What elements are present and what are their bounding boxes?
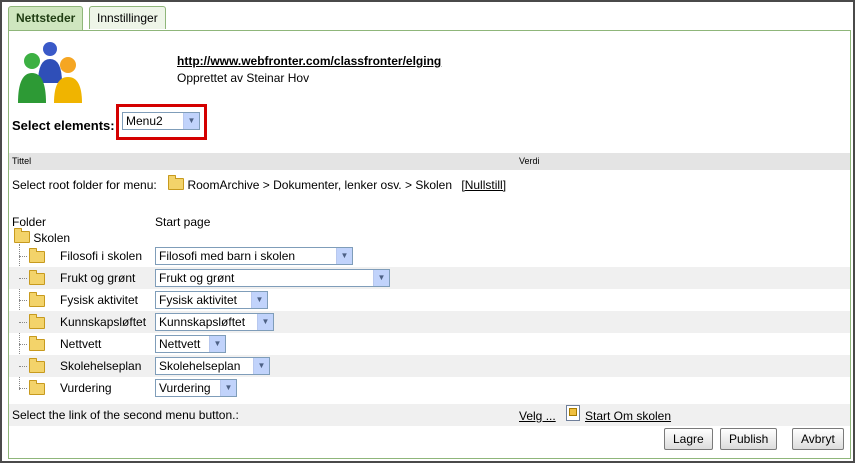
root-folder-label: Select root folder for menu: bbox=[12, 178, 157, 192]
folder-name[interactable]: Kunnskapsløftet bbox=[60, 315, 146, 329]
start-page-select[interactable]: Kunnskapsløftet ▼ bbox=[155, 313, 274, 331]
start-page-link[interactable]: Start Om skolen bbox=[585, 409, 671, 423]
site-url-link[interactable]: http://www.webfronter.com/classfronter/e… bbox=[177, 54, 441, 68]
folder-name[interactable]: Filosofi i skolen bbox=[60, 249, 142, 263]
table-header: Tittel Verdi bbox=[9, 153, 850, 170]
start-page-value: Skolehelseplan bbox=[159, 359, 241, 373]
start-page-value: Filosofi med barn i skolen bbox=[159, 249, 296, 263]
tree-root-label: Skolen bbox=[33, 231, 71, 245]
second-menu-label: Select the link of the second menu butto… bbox=[12, 408, 239, 422]
tree-row: Kunnskapsløftet Kunnskapsløftet ▼ bbox=[9, 311, 850, 333]
page-link-icon bbox=[566, 405, 580, 421]
chevron-down-icon: ▼ bbox=[220, 380, 236, 396]
reset-link[interactable]: [Nullstill] bbox=[461, 178, 506, 192]
folder-name[interactable]: Fysisk aktivitet bbox=[60, 293, 138, 307]
folder-icon bbox=[29, 336, 45, 351]
column-folder: Folder bbox=[12, 215, 47, 229]
start-page-select[interactable]: Skolehelseplan ▼ bbox=[155, 357, 270, 375]
select-elements-dropdown[interactable]: Menu2 ▼ bbox=[122, 112, 200, 130]
header-tittel: Tittel bbox=[12, 156, 32, 166]
column-start-page: Start page bbox=[155, 215, 211, 229]
window-frame: Nettsteder Innstillinger http://www.webf… bbox=[0, 0, 855, 463]
start-page-value: Kunnskapsløftet bbox=[159, 315, 246, 329]
start-page-select[interactable]: Vurdering ▼ bbox=[155, 379, 237, 397]
creator-text: Opprettet av Steinar Hov bbox=[177, 71, 310, 85]
tree-row: Filosofi i skolen Filosofi med barn i sk… bbox=[9, 245, 850, 267]
folder-name[interactable]: Skolehelseplan bbox=[60, 359, 141, 373]
header-verdi: Verdi bbox=[519, 156, 540, 166]
publish-button[interactable]: Publish bbox=[720, 428, 778, 450]
cancel-button[interactable]: Avbryt bbox=[792, 428, 844, 450]
select-elements-label: Select elements: bbox=[12, 118, 115, 133]
tab-innstillinger[interactable]: Innstillinger bbox=[89, 6, 166, 29]
start-page-value: Nettvett bbox=[159, 337, 201, 351]
folder-name[interactable]: Vurdering bbox=[60, 381, 112, 395]
chevron-down-icon: ▼ bbox=[257, 314, 273, 330]
chevron-down-icon: ▼ bbox=[373, 270, 389, 286]
folder-icon bbox=[29, 292, 45, 307]
chevron-down-icon: ▼ bbox=[251, 292, 267, 308]
folder-icon bbox=[29, 314, 45, 329]
velg-link[interactable]: Velg ... bbox=[519, 409, 556, 423]
folder-name[interactable]: Frukt og grønt bbox=[60, 271, 135, 285]
tree-row: Nettvett Nettvett ▼ bbox=[9, 333, 850, 355]
chevron-down-icon: ▼ bbox=[253, 358, 269, 374]
chevron-down-icon: ▼ bbox=[336, 248, 352, 264]
start-page-select[interactable]: Filosofi med barn i skolen ▼ bbox=[155, 247, 353, 265]
start-page-select[interactable]: Nettvett ▼ bbox=[155, 335, 226, 353]
save-button[interactable]: Lagre bbox=[664, 428, 713, 450]
chevron-down-icon: ▼ bbox=[183, 113, 199, 129]
tree-row: Frukt og grønt Frukt og grønt ▼ bbox=[9, 267, 850, 289]
folder-name[interactable]: Nettvett bbox=[60, 337, 101, 351]
folder-icon bbox=[29, 358, 45, 373]
folder-icon bbox=[168, 175, 185, 190]
second-menu-row: Select the link of the second menu butto… bbox=[9, 404, 850, 426]
start-page-value: Frukt og grønt bbox=[159, 271, 235, 285]
folder-icon bbox=[14, 228, 30, 243]
chevron-down-icon: ▼ bbox=[209, 336, 225, 352]
tree-root: Skolen bbox=[14, 228, 71, 245]
tree-row: Vurdering Vurdering ▼ bbox=[9, 377, 850, 399]
start-page-select[interactable]: Frukt og grønt ▼ bbox=[155, 269, 390, 287]
root-folder-path: RoomArchive > Dokumenter, lenker osv. > … bbox=[187, 178, 453, 192]
folder-icon bbox=[29, 270, 45, 285]
start-page-value: Fysisk aktivitet bbox=[159, 293, 238, 307]
tree-row: Skolehelseplan Skolehelseplan ▼ bbox=[9, 355, 850, 377]
folder-icon bbox=[29, 248, 45, 263]
folder-icon bbox=[29, 380, 45, 395]
main-panel: http://www.webfronter.com/classfronter/e… bbox=[8, 30, 851, 459]
tree-row: Fysisk aktivitet Fysisk aktivitet ▼ bbox=[9, 289, 850, 311]
tab-nettsteder[interactable]: Nettsteder bbox=[8, 6, 84, 31]
start-page-select[interactable]: Fysisk aktivitet ▼ bbox=[155, 291, 268, 309]
users-group-icon bbox=[18, 42, 82, 103]
select-elements-value: Menu2 bbox=[126, 114, 163, 128]
start-page-value: Vurdering bbox=[159, 381, 211, 395]
root-folder-row: Select root folder for menu: RoomArchive… bbox=[12, 175, 506, 192]
